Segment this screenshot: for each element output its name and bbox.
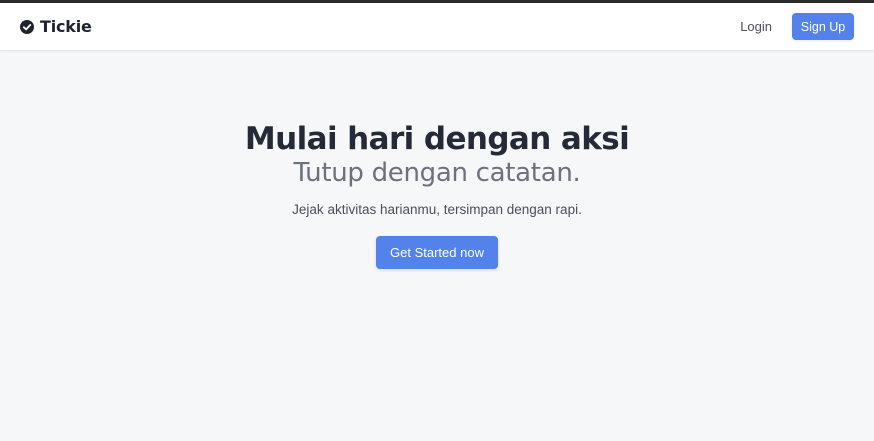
hero-title: Mulai hari dengan aksi [244, 121, 630, 157]
brand-name: Tickie [40, 17, 92, 36]
check-circle-icon [20, 19, 34, 34]
login-link[interactable]: Login [740, 19, 772, 34]
navbar: Tickie Login Sign Up [0, 3, 874, 51]
signup-button[interactable]: Sign Up [792, 13, 854, 40]
hero-section: Mulai hari dengan aksi Tutup dengan cata… [0, 51, 874, 441]
hero-description: Jejak aktivitas harianmu, tersimpan deng… [292, 202, 582, 217]
nav-actions: Login Sign Up [740, 13, 854, 40]
hero-subtitle: Tutup dengan catatan. [293, 158, 581, 188]
brand-logo[interactable]: Tickie [20, 17, 92, 36]
get-started-button[interactable]: Get Started now [376, 236, 498, 269]
